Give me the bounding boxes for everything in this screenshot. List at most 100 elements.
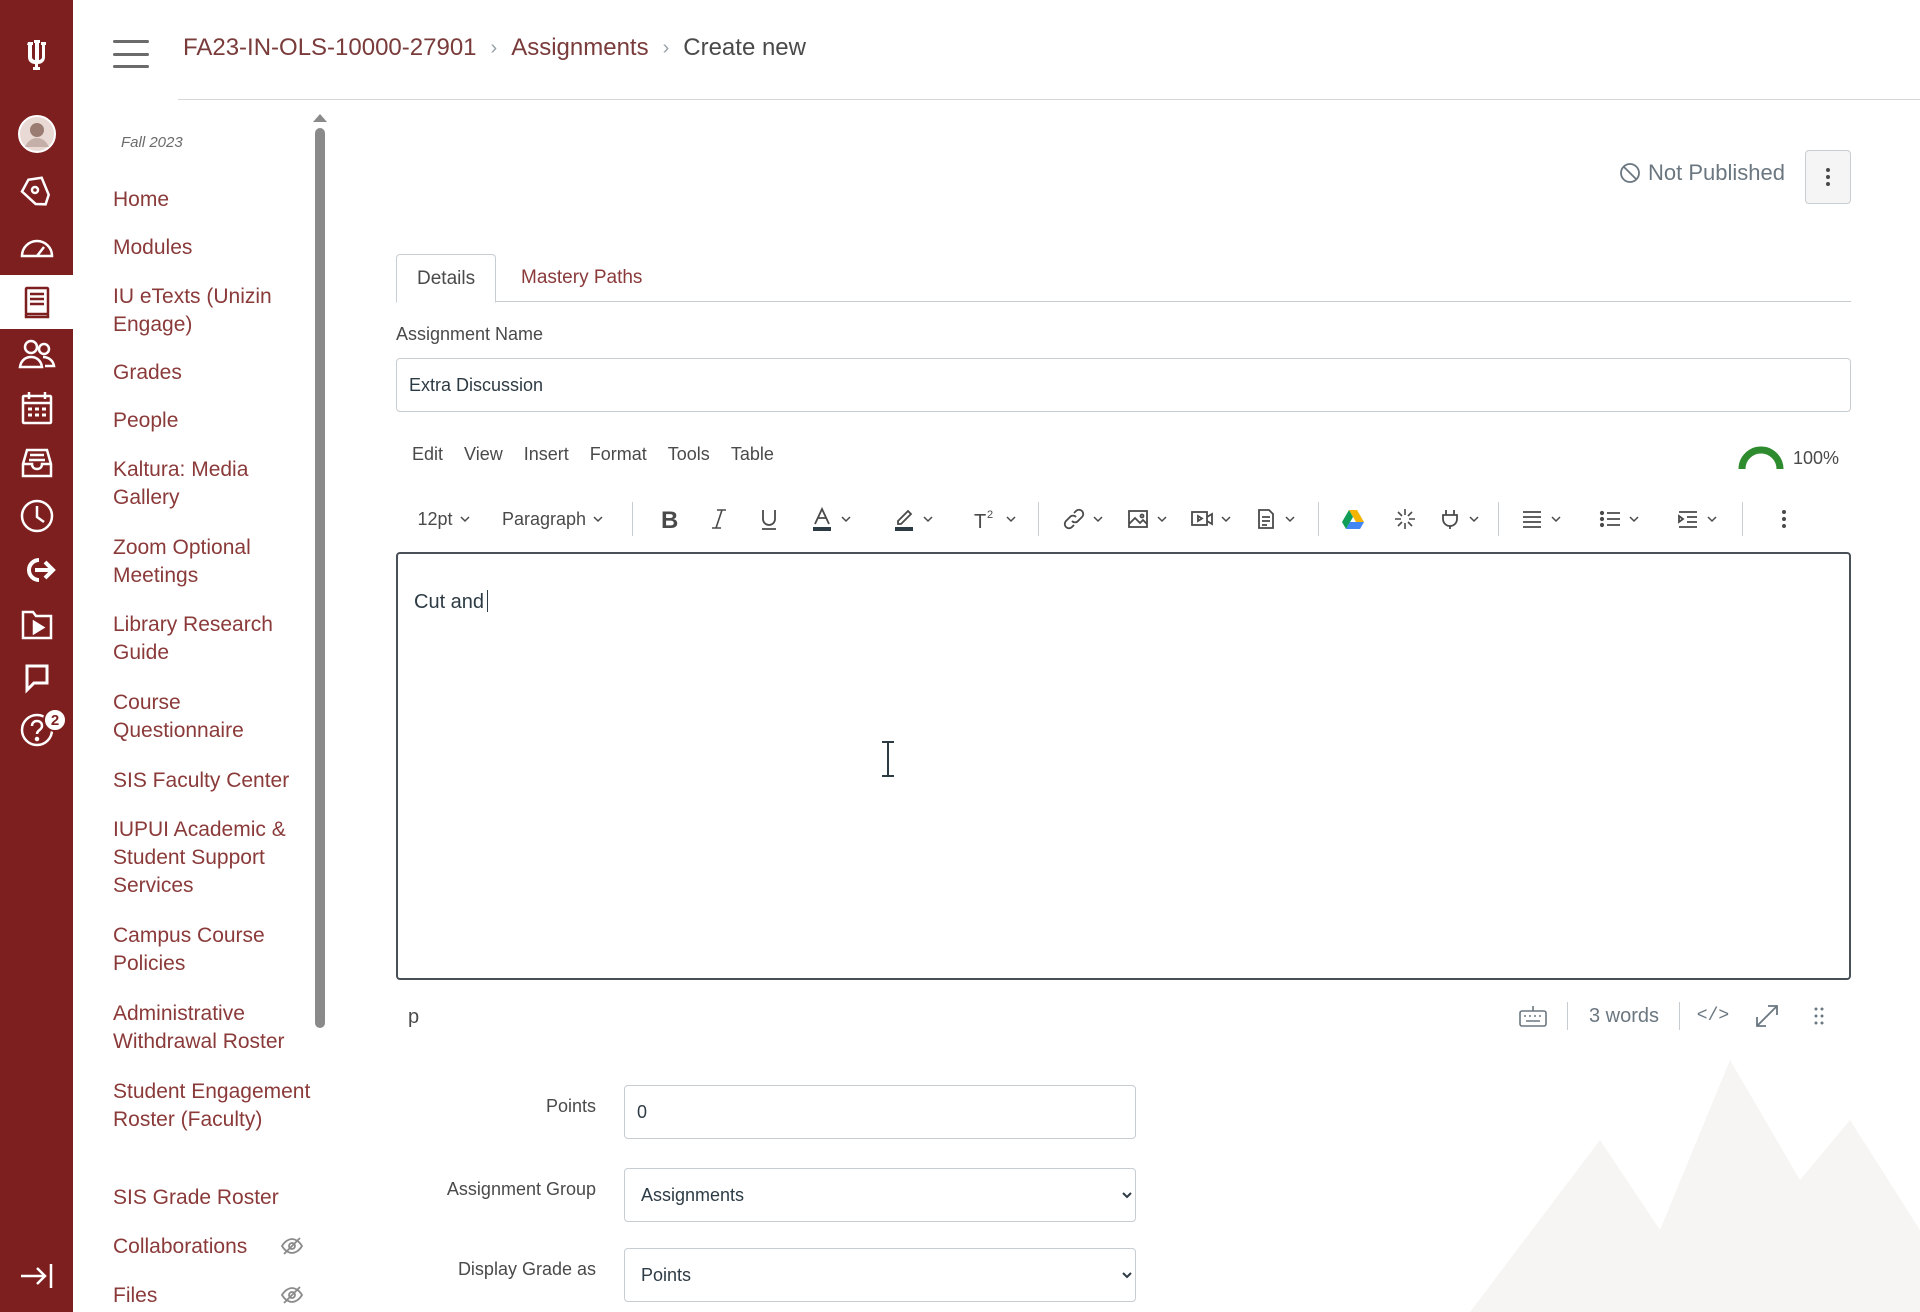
course-nav-sis-grade-roster[interactable]: SIS Grade Roster — [113, 1184, 323, 1212]
text-caret — [487, 590, 489, 612]
editor-content[interactable]: Cut and — [414, 590, 489, 614]
italic-button[interactable] — [702, 498, 736, 540]
iu-trident-icon — [26, 40, 46, 70]
italic-icon — [712, 509, 726, 529]
svg-text:T: T — [974, 511, 986, 531]
block-format-value: Paragraph — [501, 508, 587, 529]
menu-edit[interactable]: Edit — [412, 444, 443, 474]
block-format-select[interactable]: Paragraph — [498, 498, 608, 540]
course-menu-toggle[interactable] — [113, 40, 149, 68]
iu-logo[interactable] — [0, 30, 73, 78]
list-button[interactable] — [1592, 498, 1646, 540]
studio-link[interactable] — [0, 600, 73, 648]
dashboard-link[interactable] — [0, 222, 73, 270]
tab-mastery-paths[interactable]: Mastery Paths — [501, 254, 662, 302]
apps-button[interactable] — [1388, 498, 1422, 540]
menu-tools[interactable]: Tools — [668, 444, 710, 474]
course-nav-campus-policies[interactable]: Campus Course Policies — [113, 922, 293, 978]
course-nav-modules[interactable]: Modules — [113, 234, 323, 262]
indent-button[interactable] — [1670, 498, 1724, 540]
menu-insert[interactable]: Insert — [524, 444, 569, 474]
commons-link[interactable] — [0, 546, 73, 594]
nav-scrollbar[interactable] — [315, 128, 325, 1028]
course-nav-questionnaire[interactable]: Course Questionnaire — [113, 689, 293, 745]
editor-paragraph: Cut and — [414, 591, 485, 613]
global-navigation: 2 — [0, 0, 73, 1312]
hamburger-line — [113, 52, 149, 56]
courses-link[interactable] — [0, 275, 73, 329]
assignment-name-input[interactable] — [396, 358, 1851, 412]
document-button[interactable] — [1248, 498, 1302, 540]
tab-list: Details Mastery Paths — [396, 254, 1851, 303]
collapse-nav-button[interactable] — [0, 1252, 73, 1300]
highlight-button[interactable] — [886, 498, 940, 540]
underline-button[interactable] — [752, 498, 786, 540]
eye-slash-icon — [280, 1237, 304, 1255]
inbox-link[interactable] — [0, 438, 73, 486]
publish-status-label: Not Published — [1648, 160, 1785, 185]
course-nav-engagement-roster[interactable]: Student Engagement Roster (Faculty) — [113, 1078, 313, 1134]
account-link[interactable] — [0, 110, 73, 158]
bold-button[interactable]: B — [652, 498, 686, 540]
course-nav-home[interactable]: Home — [113, 186, 323, 214]
font-size-select[interactable]: 12pt — [412, 498, 476, 540]
help-badge: 2 — [43, 708, 67, 732]
course-nav-library[interactable]: Library Research Guide — [113, 611, 293, 667]
calendar-icon — [21, 392, 52, 425]
course-nav-people[interactable]: People — [113, 407, 323, 435]
media-button[interactable] — [1184, 498, 1238, 540]
display-grade-label: Display Grade as — [457, 1259, 596, 1279]
dashboard-icon — [20, 239, 53, 258]
link-button[interactable] — [1056, 498, 1110, 540]
groups-link[interactable] — [0, 330, 73, 378]
history-link[interactable] — [0, 492, 73, 540]
toolbar-separator — [1498, 502, 1499, 536]
shield-icon — [19, 176, 50, 206]
assignment-name-label: Assignment Name — [396, 324, 544, 344]
bold-icon: B — [661, 507, 678, 531]
accessibility-score: 100% — [1792, 447, 1839, 468]
assignment-group-select[interactable]: Assignments — [624, 1168, 1136, 1222]
points-input[interactable] — [624, 1085, 1136, 1139]
menu-table[interactable]: Table — [731, 444, 774, 474]
element-path[interactable]: p — [408, 1006, 419, 1029]
course-nav-kaltura[interactable]: Kaltura: Media Gallery — [113, 456, 293, 512]
nav-scroll-up-arrow[interactable] — [313, 114, 327, 122]
svg-text:B: B — [661, 507, 678, 531]
more-toolbar-button[interactable] — [1772, 498, 1796, 540]
accessibility-checker[interactable]: 100% — [1737, 445, 1839, 471]
hamburger-line — [113, 65, 149, 68]
admin-link[interactable] — [0, 168, 73, 216]
text-color-button[interactable] — [804, 498, 858, 540]
menu-format[interactable]: Format — [590, 444, 647, 474]
page-header: FA23-IN-OLS-10000-27901 › Assignments › … — [73, 0, 1920, 100]
course-nav-withdrawal-roster[interactable]: Administrative Withdrawal Roster — [113, 1000, 303, 1056]
course-nav-iu-etexts[interactable]: IU eTexts (Unizin Engage) — [113, 283, 293, 339]
points-label: Points — [545, 1096, 596, 1116]
superscript-button[interactable]: T2 — [968, 498, 1022, 540]
plugin-button[interactable] — [1432, 498, 1486, 540]
course-nav-zoom[interactable]: Zoom Optional Meetings — [113, 534, 293, 590]
menu-view[interactable]: View — [464, 444, 503, 474]
align-button[interactable] — [1514, 498, 1568, 540]
breadcrumb-course[interactable]: FA23-IN-OLS-10000-27901 — [183, 34, 477, 62]
rich-content-editor[interactable]: Cut and — [396, 552, 1851, 980]
google-drive-button[interactable] — [1336, 498, 1370, 540]
more-options-button[interactable] — [1805, 150, 1851, 204]
tab-details[interactable]: Details — [396, 254, 497, 303]
display-grade-select[interactable]: Points — [624, 1248, 1136, 1302]
breadcrumb-assignments[interactable]: Assignments — [511, 34, 648, 62]
course-nav-sis-faculty[interactable]: SIS Faculty Center — [113, 767, 323, 795]
course-nav-iupui-support[interactable]: IUPUI Academic & Student Support Service… — [113, 816, 303, 900]
chevron-down-icon — [459, 516, 470, 523]
document-icon — [1258, 509, 1274, 529]
chevron-down-icon — [1707, 516, 1717, 523]
image-button[interactable] — [1120, 498, 1174, 540]
collapse-nav-icon — [20, 1264, 52, 1288]
feedback-link[interactable] — [0, 654, 73, 702]
chevron-down-icon — [923, 516, 933, 523]
clock-icon — [20, 499, 53, 533]
calendar-link[interactable] — [0, 384, 73, 432]
publish-status: Not Published — [1618, 160, 1785, 186]
course-nav-grades[interactable]: Grades — [113, 359, 323, 387]
